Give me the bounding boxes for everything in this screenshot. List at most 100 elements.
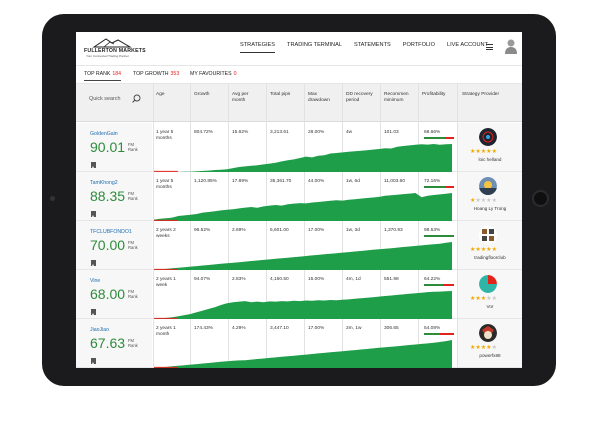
profitability-bar <box>424 333 454 335</box>
bookmark-icon[interactable] <box>91 309 96 315</box>
strategy-cell: JiaoJiao 67.63 FM Rank <box>76 319 152 367</box>
star-empty-icon: ★ <box>491 345 497 351</box>
teal-pie-avatar[interactable] <box>479 275 497 293</box>
logo[interactable]: FULLERTON MARKETS Your Connected Trading… <box>84 38 146 60</box>
provider-cell[interactable]: ★★★★★ Vor <box>458 270 522 318</box>
cell-recommended-minimum: 551.98 <box>384 277 399 282</box>
cell-total-pips: 35,361.70 <box>270 179 292 184</box>
logo-tagline: Your Connected Trading Partner <box>86 54 129 58</box>
rating-stars: ★★★★★ <box>470 344 497 351</box>
grid-logo-avatar[interactable] <box>479 226 497 244</box>
col-strategy-provider[interactable]: Strategy Provider <box>462 92 499 98</box>
provider-name[interactable]: Hoang Ly Trong <box>458 206 522 211</box>
col-avg-per-month[interactable]: Avg per month <box>232 92 262 104</box>
main-nav: STRATEGIES TRADING TERMINAL STATEMENTS P… <box>240 42 500 53</box>
fm-rank-label: FM Rank <box>128 191 138 201</box>
table-row[interactable]: JiaoJiao 67.63 FM Rank 2 years 1 month 174.4… <box>76 319 522 368</box>
star-empty-icon: ★ <box>491 198 497 204</box>
cell-total-pips: 5,601.00 <box>270 228 289 233</box>
provider-name[interactable]: Vor <box>458 304 522 309</box>
provider-name[interactable]: loic helland <box>458 157 522 162</box>
cell-recommended-minimum: 101.03 <box>384 130 399 135</box>
fm-rank-label: FM Rank <box>128 338 138 348</box>
fm-rank-label: FM Rank <box>128 289 138 299</box>
profitability-bar-fill <box>424 284 444 286</box>
col-growth[interactable]: Growth <box>194 92 209 98</box>
cell-avg-per-month: 2.83% <box>232 277 246 282</box>
sunrise-avatar[interactable] <box>479 177 497 195</box>
growth-sparkline[interactable] <box>154 141 452 172</box>
rating-stars: ★★★★★ <box>470 295 497 302</box>
profitability-bar <box>424 186 454 188</box>
provider-cell[interactable]: ★★★★★ powerfx88 <box>458 319 522 367</box>
bookmark-icon[interactable] <box>91 211 96 217</box>
strategy-name-link[interactable]: TamKhong2 <box>90 180 118 186</box>
search-icon[interactable] <box>132 94 141 103</box>
hamburger-menu-icon[interactable] <box>486 44 493 50</box>
tab-top-rank[interactable]: TOP RANK 184 <box>84 71 121 81</box>
nav-portfolio[interactable]: PORTFOLIO <box>403 42 435 53</box>
table-row[interactable]: TamKhong2 88.35 FM Rank 1 year 5 months 1,12… <box>76 172 522 221</box>
strategy-name-link[interactable]: Vine <box>90 278 100 284</box>
strategy-name-link[interactable]: JiaoJiao <box>90 327 109 333</box>
provider-name[interactable]: tradingfloorclub <box>458 255 522 260</box>
nav-statements[interactable]: STATEMENTS <box>354 42 391 53</box>
rating-stars: ★★★★★ <box>470 197 497 204</box>
cell-profitability: 54.08% <box>424 326 441 331</box>
col-age[interactable]: Age <box>156 92 165 98</box>
provider-cell[interactable]: ★★★★★ loic helland <box>458 123 522 171</box>
col-profitability[interactable]: Profitability <box>422 92 445 98</box>
table-row[interactable]: Vine 68.00 FM Rank 2 years 1 week 94.07% 2.83… <box>76 270 522 319</box>
fm-rank-value: 70.00 <box>90 237 126 253</box>
profitability-bar-fill <box>424 235 454 237</box>
cell-avg-per-month: 4.29% <box>232 326 246 331</box>
col-dd-recovery[interactable]: DD recovery period <box>346 92 380 104</box>
provider-cell[interactable]: ★★★★★ tradingfloorclub <box>458 221 522 269</box>
profitability-bar-fill <box>424 333 441 335</box>
provider-cell[interactable]: ★★★★★ Hoang Ly Trong <box>458 172 522 220</box>
col-max-drawdown[interactable]: Max drawdown <box>308 92 338 104</box>
bookmark-icon[interactable] <box>91 358 96 364</box>
strategy-cell: GoldenGain 90.01 FM Rank <box>76 123 152 171</box>
cell-growth: 174.43% <box>194 326 213 331</box>
profitability-bar-fill <box>424 137 445 139</box>
cell-recommended-minimum: 11,003.60 <box>384 179 405 184</box>
nav-trading-terminal[interactable]: TRADING TERMINAL <box>287 42 342 53</box>
tab-my-favourites-label: MY FAVOURITES <box>190 71 232 77</box>
strategy-name-link[interactable]: TFCLUBFONDO1 <box>90 229 132 235</box>
nav-strategies[interactable]: STRATEGIES <box>240 42 276 53</box>
cell-max-drawdown: 17.00% <box>308 228 325 233</box>
growth-sparkline[interactable] <box>154 337 452 368</box>
table-row[interactable]: TFCLUBFONDO1 70.00 FM Rank 2 years 2 weeks 9… <box>76 221 522 270</box>
dark-circle-avatar[interactable] <box>479 128 497 146</box>
cell-growth: 1,120.85% <box>194 179 217 184</box>
star-empty-icon: ★ <box>491 296 497 302</box>
strategy-cell: TamKhong2 88.35 FM Rank <box>76 172 152 220</box>
nav-live-account[interactable]: LIVE ACCOUNT <box>447 42 488 53</box>
growth-area <box>154 242 452 270</box>
provider-name[interactable]: powerfx88 <box>458 353 522 358</box>
growth-sparkline[interactable] <box>154 288 452 319</box>
search-input[interactable]: Quick search <box>89 96 120 102</box>
strategy-name-link[interactable]: GoldenGain <box>90 131 118 137</box>
growth-sparkline[interactable] <box>154 190 452 221</box>
bookmark-icon[interactable] <box>91 162 96 168</box>
home-button[interactable] <box>532 190 549 207</box>
fm-rank-value: 68.00 <box>90 286 126 302</box>
col-total-pips[interactable]: Total pips <box>270 92 290 98</box>
tab-top-growth[interactable]: TOP GROWTH 353 <box>133 71 179 77</box>
profitability-bar <box>424 137 454 139</box>
col-recommended-minimum[interactable]: Recommen minimum <box>384 92 416 104</box>
user-avatar-icon[interactable] <box>504 38 518 54</box>
growth-sparkline[interactable] <box>154 239 452 270</box>
cell-max-drawdown: 15.00% <box>308 277 325 282</box>
strategy-cell: TFCLUBFONDO1 70.00 FM Rank <box>76 221 152 269</box>
joker-avatar[interactable] <box>479 324 497 342</box>
profitability-bar <box>424 235 454 237</box>
tab-my-favourites[interactable]: MY FAVOURITES 0 <box>190 71 237 77</box>
fm-rank-value: 90.01 <box>90 139 126 155</box>
fm-rank-value: 88.35 <box>90 188 126 204</box>
table-row[interactable]: GoldenGain 90.01 FM Rank 1 year 5 months 804… <box>76 123 522 172</box>
cell-growth: 96.52% <box>194 228 211 233</box>
bookmark-icon[interactable] <box>91 260 96 266</box>
